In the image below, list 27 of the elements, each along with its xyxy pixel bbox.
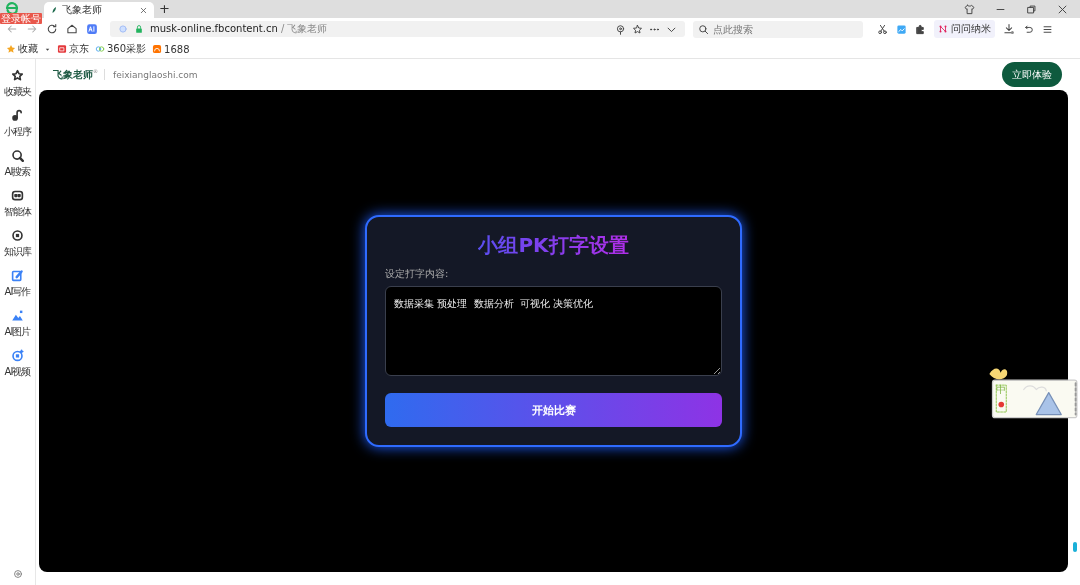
bookmark-item[interactable]: 京东 [57, 42, 89, 56]
sidebar-item[interactable]: 智能体 [4, 189, 31, 219]
sidebar-item[interactable]: AI搜索 [4, 149, 31, 179]
field-label: 设定打字内容: [385, 267, 450, 281]
try-now-button[interactable]: 立即体验 [1002, 62, 1062, 87]
address-bar[interactable]: musk-online.fbcontent.cn / 飞象老师 [110, 21, 685, 37]
sidebar-item[interactable]: AI写作 [4, 269, 31, 299]
browser-tab[interactable]: 飞象老师 [44, 2, 154, 18]
site-logo[interactable]: 飞象老师 [53, 67, 93, 82]
sidebar-item[interactable]: 小程序 [4, 109, 31, 139]
bookmark-item[interactable]: 收藏 [6, 42, 38, 56]
start-button[interactable]: 开始比赛 [385, 393, 722, 427]
sidebar-item[interactable]: AI图片 [4, 309, 31, 339]
domain-text: feixianglaoshi.com [113, 69, 198, 80]
sidebar-item[interactable]: 收藏夹 [4, 69, 31, 99]
text-input[interactable]: 数据采集 预处理 数据分析 可视化 决策优化 [385, 286, 722, 376]
notebook-character: 中 [996, 384, 1006, 395]
bookmark-item[interactable]: 1688 [152, 43, 190, 55]
search-field[interactable]: 点此搜索 [693, 20, 863, 38]
url-text: musk-online.fbcontent.cn / 飞象老师 [150, 22, 328, 36]
bookmark-item[interactable]: 360采影 [95, 42, 147, 56]
assistant-button[interactable]: 问问纳米 [934, 20, 995, 38]
sidebar-item[interactable]: AI视频 [4, 349, 31, 379]
sidebar-item[interactable]: 知识库 [4, 229, 31, 259]
card-title: 小组PK打字设置 [478, 231, 629, 259]
login-badge[interactable]: 登录帐号 [0, 13, 42, 24]
new-tab-button[interactable]: + [154, 1, 175, 17]
